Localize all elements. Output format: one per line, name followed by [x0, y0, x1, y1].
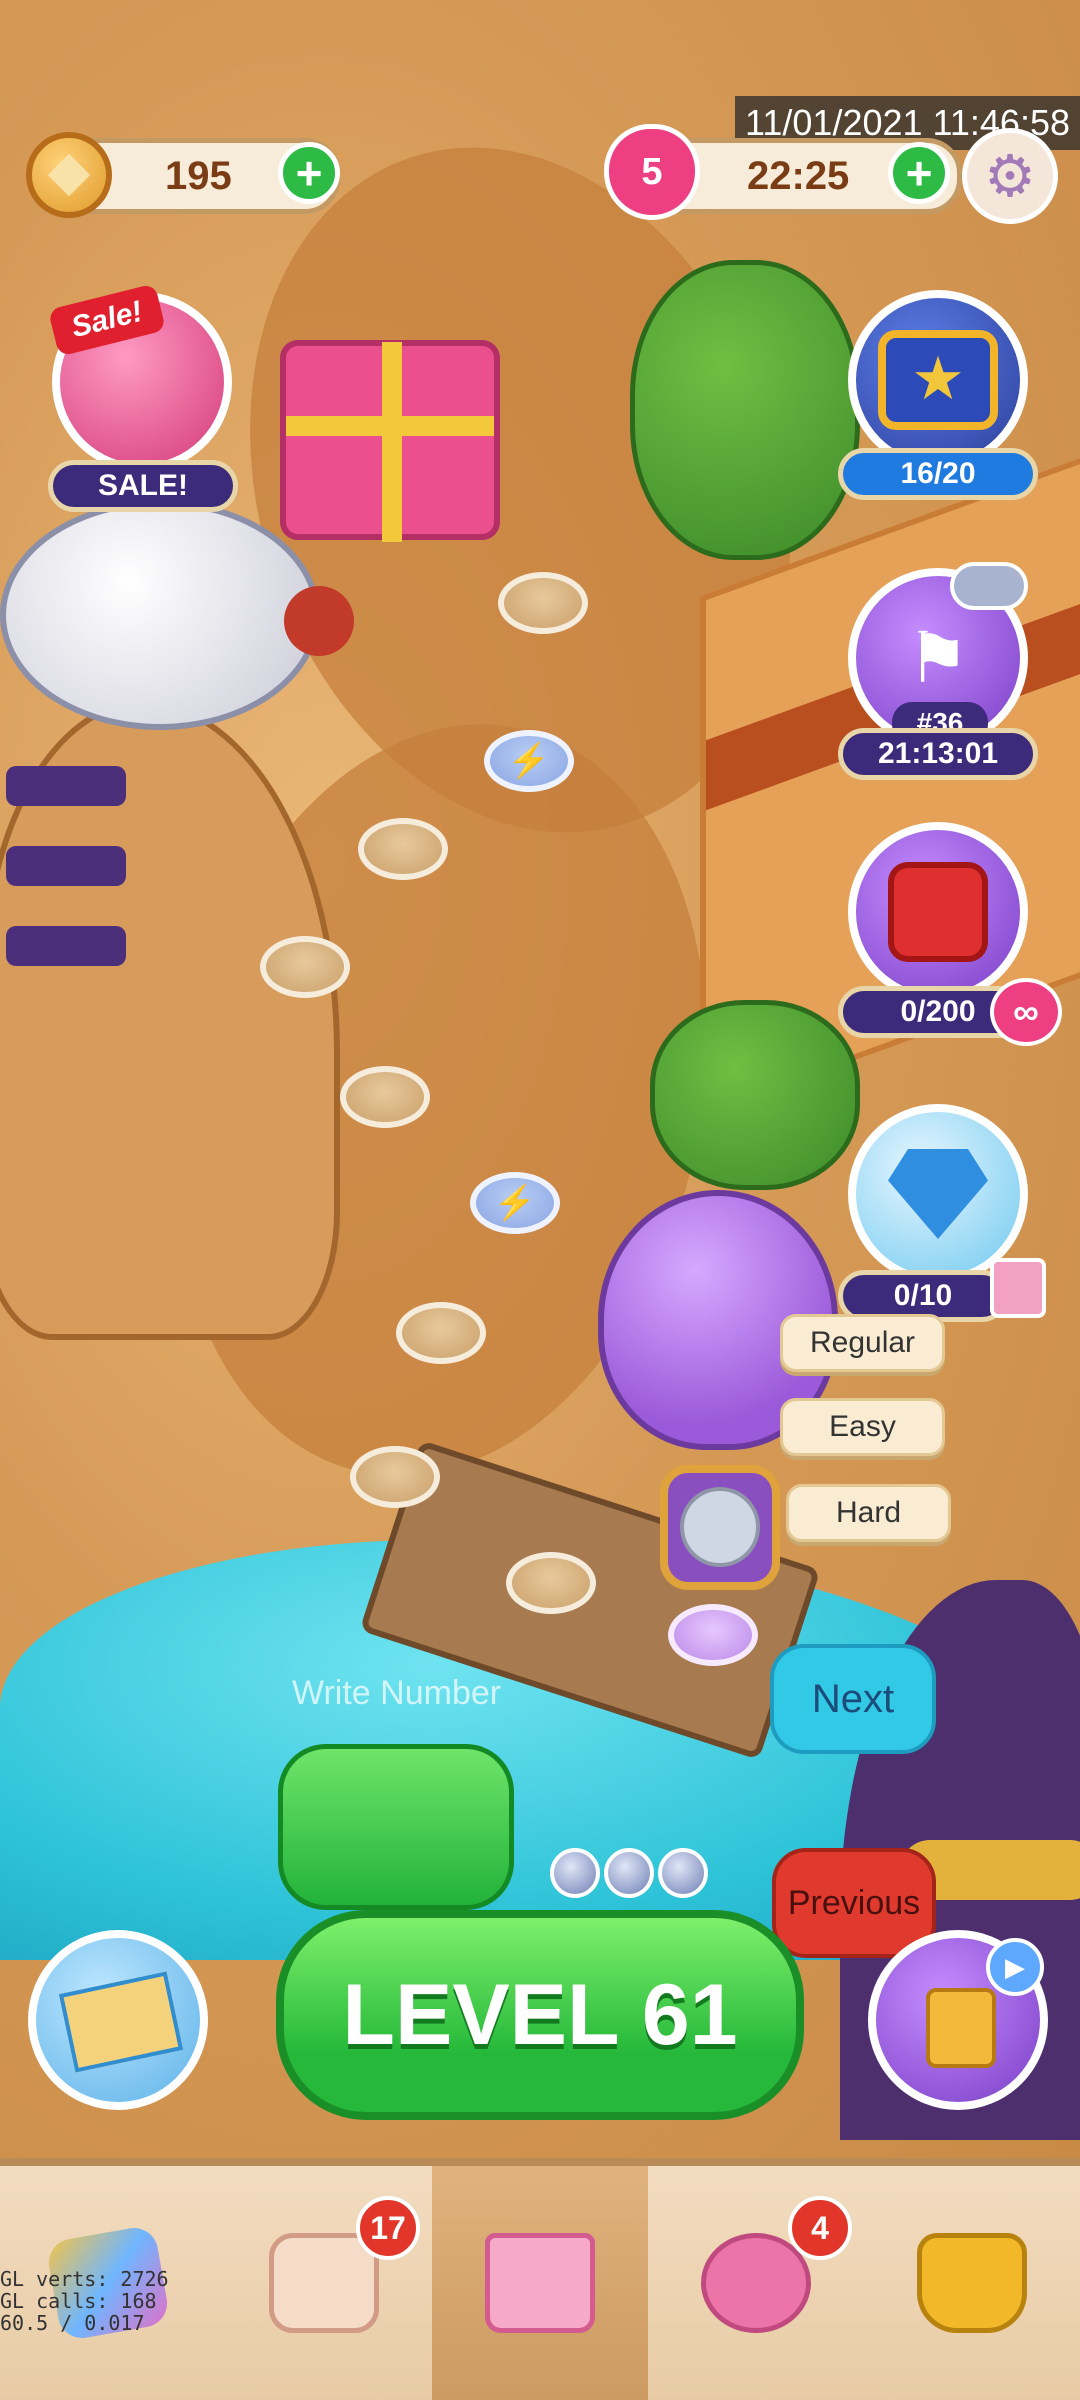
add-lives-button[interactable]: +: [888, 142, 950, 204]
level-node[interactable]: [260, 936, 350, 998]
tab-team[interactable]: 4: [648, 2166, 864, 2400]
lives-count: 5: [641, 150, 663, 193]
bomb-booster-icon: [604, 1848, 654, 1898]
regular-difficulty-button[interactable]: Regular: [780, 1314, 945, 1372]
checkered-flags-icon: ⚑: [906, 619, 970, 697]
coin-icon: [26, 132, 112, 218]
gift-small-icon: [990, 1258, 1046, 1318]
level-node[interactable]: [340, 1066, 430, 1128]
star-chest-progress: 16/20: [838, 448, 1038, 500]
hard-difficulty-button[interactable]: Hard: [786, 1484, 951, 1542]
gem-collect-event[interactable]: [848, 1104, 1028, 1284]
red-block-icon: [888, 862, 988, 962]
map-icon: [58, 1971, 184, 2073]
mail-badge: 17: [356, 2196, 420, 2260]
tab-home[interactable]: [432, 2166, 648, 2400]
tab-leaderboard[interactable]: [864, 2166, 1080, 2400]
add-coins-button[interactable]: +: [278, 142, 340, 204]
lightning-icon: ⚡: [493, 1184, 537, 1222]
level-node[interactable]: [350, 1446, 440, 1508]
cactus: [650, 1000, 860, 1190]
level-node[interactable]: [396, 1302, 486, 1364]
write-number-input[interactable]: Write Number: [292, 1674, 501, 1713]
lightning-icon: ⚡: [507, 742, 551, 780]
settings-gear-icon[interactable]: ⚙: [962, 128, 1058, 224]
bomb-booster-icon: [658, 1848, 708, 1898]
diamond-icon: [888, 1149, 988, 1239]
level-node[interactable]: [506, 1552, 596, 1614]
wings-badge-icon: [950, 562, 1028, 610]
life-timer: 22:25: [747, 153, 850, 198]
trophy-icon: [917, 2233, 1027, 2333]
player-avatar-basket: [660, 1465, 780, 1590]
team-badge: 4: [788, 2196, 852, 2260]
race-timer: 21:13:01: [838, 728, 1038, 780]
level-node[interactable]: [358, 818, 448, 880]
easy-difficulty-button[interactable]: Easy: [780, 1398, 945, 1456]
level-node-special[interactable]: ⚡: [484, 730, 574, 792]
home-icon: [485, 2233, 595, 2333]
video-camera-icon: ▶: [986, 1938, 1044, 1996]
boosters-row: [550, 1848, 710, 1918]
airplane-decoration: [0, 500, 354, 730]
map-button[interactable]: [28, 1930, 208, 2110]
coin-stack-icon: [926, 1988, 996, 2068]
koala-avatar-icon: [680, 1487, 760, 1567]
heart-icon: 5: [604, 124, 700, 220]
play-level-button[interactable]: LEVEL 61: [276, 1910, 804, 2120]
green-action-button[interactable]: [278, 1744, 514, 1910]
bomb-booster-icon: [550, 1848, 600, 1898]
infinite-lives-heart-icon: ∞: [990, 978, 1062, 1046]
cactus: [630, 260, 860, 560]
block-collect-event[interactable]: [848, 822, 1028, 1002]
star-chest-event[interactable]: ★: [848, 290, 1028, 470]
level-node-special[interactable]: ⚡: [470, 1172, 560, 1234]
tab-mail[interactable]: 17: [216, 2166, 432, 2400]
coins-amount: 195: [165, 153, 232, 198]
free-coins-video-button[interactable]: ▶: [868, 1930, 1048, 2110]
sale-label[interactable]: SALE!: [48, 460, 238, 512]
level-node-current[interactable]: [668, 1604, 758, 1666]
star-icon: ★: [878, 330, 998, 430]
next-button[interactable]: Next: [770, 1644, 936, 1754]
debug-overlay: GL verts: 2726 GL calls: 168 60.5 / 0.017: [0, 2267, 169, 2335]
level-node[interactable]: [498, 572, 588, 634]
sphinx-statue: [0, 700, 340, 1340]
gift-box-button[interactable]: [280, 340, 500, 542]
